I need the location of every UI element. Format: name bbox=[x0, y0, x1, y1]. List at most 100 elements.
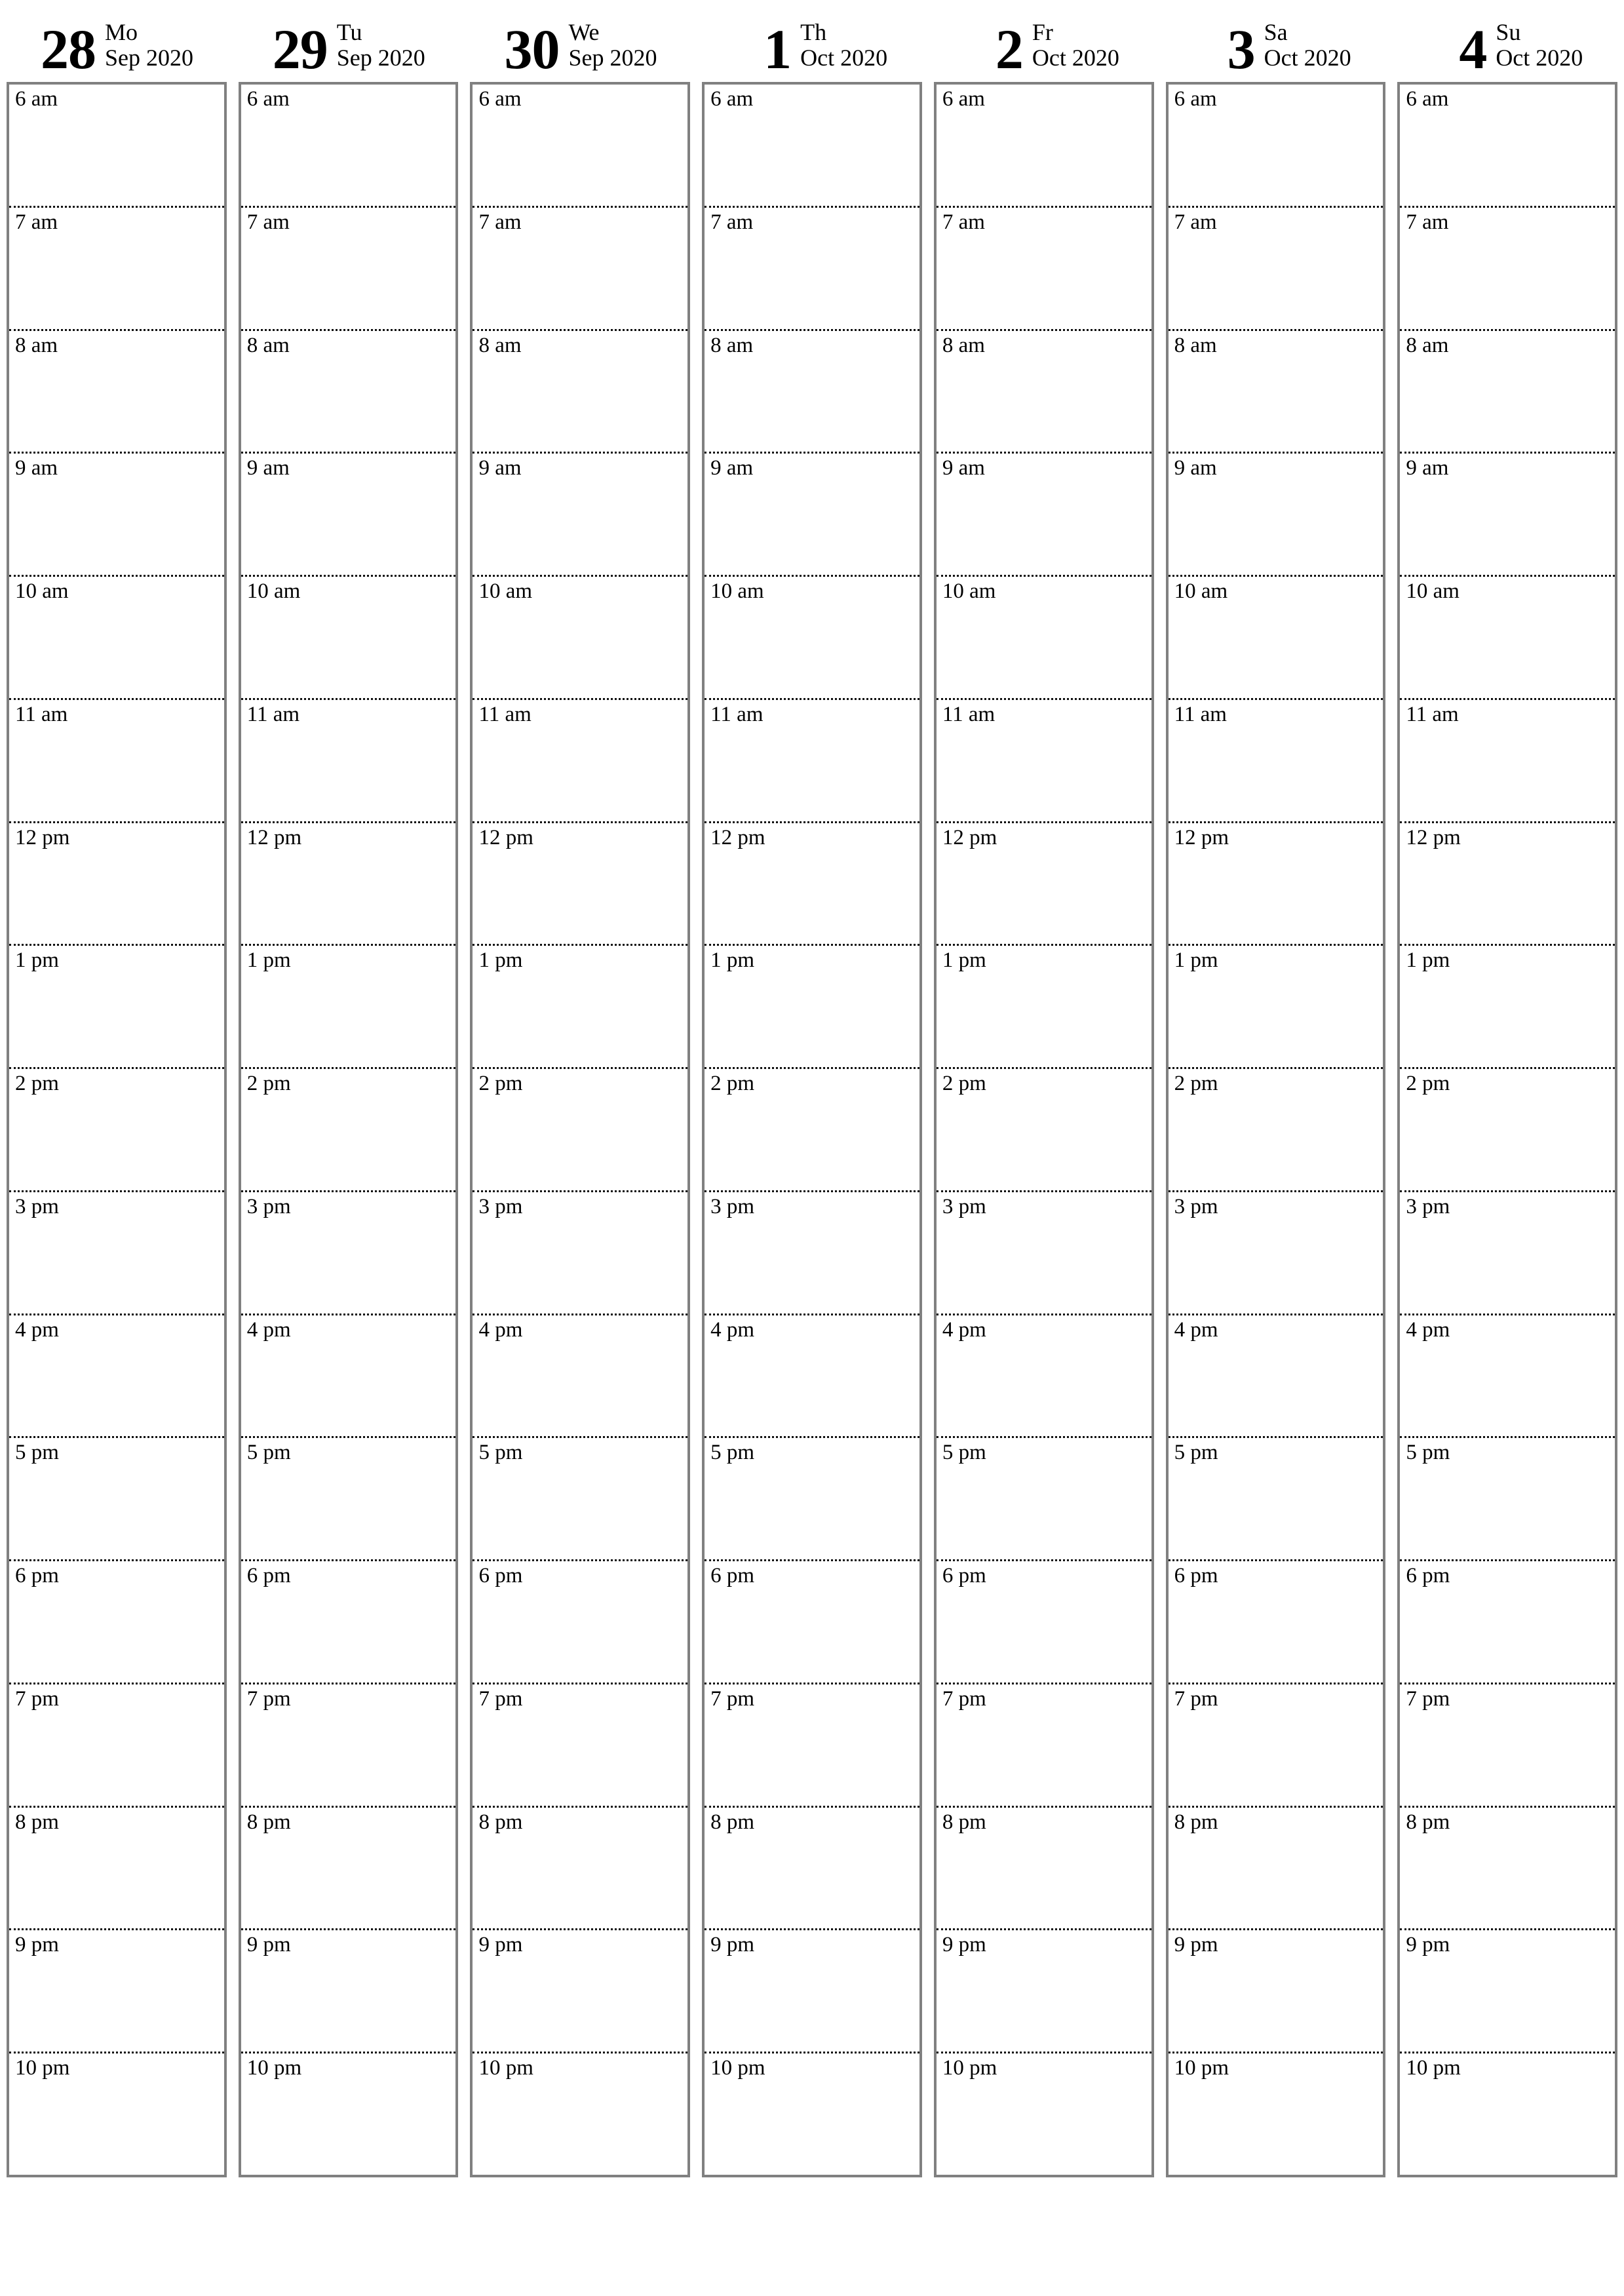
hour-slot[interactable]: 2 pm bbox=[473, 1067, 688, 1190]
hour-slot[interactable]: 9 pm bbox=[1168, 1928, 1383, 2052]
hour-slot[interactable]: 8 am bbox=[705, 328, 919, 452]
hour-slot[interactable]: 11 am bbox=[1400, 697, 1615, 821]
hour-slot[interactable]: 8 am bbox=[1168, 328, 1383, 452]
hour-slot[interactable]: 9 am bbox=[9, 452, 224, 575]
hour-slot[interactable]: 7 pm bbox=[705, 1682, 919, 1806]
hour-slot[interactable]: 8 pm bbox=[9, 1805, 224, 1929]
hour-slot[interactable]: 10 am bbox=[9, 575, 224, 698]
hour-slot[interactable]: 7 am bbox=[1168, 205, 1383, 329]
hour-slot[interactable]: 3 pm bbox=[705, 1190, 919, 1313]
hour-slot[interactable]: 3 pm bbox=[1168, 1190, 1383, 1313]
hour-slot[interactable]: 5 pm bbox=[473, 1436, 688, 1559]
hour-slot[interactable]: 11 am bbox=[9, 697, 224, 821]
hour-slot[interactable]: 7 pm bbox=[936, 1682, 1151, 1806]
hour-slot[interactable]: 1 pm bbox=[9, 944, 224, 1067]
hour-slot[interactable]: 1 pm bbox=[1400, 944, 1615, 1067]
hour-slot[interactable]: 3 pm bbox=[473, 1190, 688, 1313]
hour-slot[interactable]: 5 pm bbox=[9, 1436, 224, 1559]
hour-slot[interactable]: 11 am bbox=[1168, 697, 1383, 821]
hour-slot[interactable]: 6 pm bbox=[473, 1559, 688, 1683]
hour-slot[interactable]: 8 pm bbox=[473, 1805, 688, 1929]
hour-slot[interactable]: 5 pm bbox=[936, 1436, 1151, 1559]
hour-slot[interactable]: 3 pm bbox=[241, 1190, 456, 1313]
hour-slot[interactable]: 6 am bbox=[473, 85, 687, 206]
hour-slot[interactable]: 11 am bbox=[241, 697, 456, 821]
hour-slot[interactable]: 8 pm bbox=[1400, 1805, 1615, 1929]
hour-slot[interactable]: 10 am bbox=[705, 575, 919, 698]
hour-slot[interactable]: 4 pm bbox=[705, 1313, 919, 1437]
hour-slot[interactable]: 4 pm bbox=[936, 1313, 1151, 1437]
hour-slot[interactable]: 6 am bbox=[1169, 85, 1383, 206]
hour-slot[interactable]: 6 pm bbox=[9, 1559, 224, 1683]
hour-slot[interactable]: 4 pm bbox=[1400, 1313, 1615, 1437]
hour-slot[interactable]: 9 am bbox=[936, 452, 1151, 575]
hour-slot[interactable]: 1 pm bbox=[1168, 944, 1383, 1067]
hour-slot[interactable]: 8 pm bbox=[705, 1805, 919, 1929]
hour-slot[interactable]: 10 am bbox=[936, 575, 1151, 698]
hour-slot[interactable]: 10 am bbox=[1168, 575, 1383, 698]
hour-slot[interactable]: 9 pm bbox=[9, 1928, 224, 2052]
hour-slot[interactable]: 9 am bbox=[1400, 452, 1615, 575]
hour-slot[interactable]: 8 am bbox=[936, 328, 1151, 452]
hour-slot[interactable]: 8 am bbox=[241, 328, 456, 452]
hour-slot[interactable]: 12 pm bbox=[9, 821, 224, 944]
hour-slot[interactable]: 12 pm bbox=[473, 821, 688, 944]
hour-slot[interactable]: 12 pm bbox=[936, 821, 1151, 944]
hour-slot[interactable]: 12 pm bbox=[1400, 821, 1615, 944]
hour-slot[interactable]: 1 pm bbox=[241, 944, 456, 1067]
hour-slot[interactable]: 4 pm bbox=[1168, 1313, 1383, 1437]
hour-slot[interactable]: 9 am bbox=[1168, 452, 1383, 575]
hour-slot[interactable]: 12 pm bbox=[241, 821, 456, 944]
hour-slot[interactable]: 7 pm bbox=[1168, 1682, 1383, 1806]
hour-slot[interactable]: 8 am bbox=[473, 328, 688, 452]
hour-slot[interactable]: 10 pm bbox=[9, 2052, 224, 2175]
hour-slot[interactable]: 6 am bbox=[1400, 85, 1615, 206]
hour-slot[interactable]: 7 am bbox=[241, 205, 456, 329]
hour-slot[interactable]: 6 am bbox=[937, 85, 1151, 206]
hour-slot[interactable]: 6 pm bbox=[936, 1559, 1151, 1683]
hour-slot[interactable]: 2 pm bbox=[1168, 1067, 1383, 1190]
hour-slot[interactable]: 6 pm bbox=[241, 1559, 456, 1683]
hour-slot[interactable]: 12 pm bbox=[1168, 821, 1383, 944]
hour-slot[interactable]: 1 pm bbox=[936, 944, 1151, 1067]
hour-slot[interactable]: 10 pm bbox=[473, 2052, 688, 2175]
hour-slot[interactable]: 10 pm bbox=[705, 2052, 919, 2175]
hour-slot[interactable]: 2 pm bbox=[9, 1067, 224, 1190]
hour-slot[interactable]: 10 am bbox=[473, 575, 688, 698]
hour-slot[interactable]: 9 pm bbox=[705, 1928, 919, 2052]
hour-slot[interactable]: 5 pm bbox=[1168, 1436, 1383, 1559]
hour-slot[interactable]: 5 pm bbox=[705, 1436, 919, 1559]
hour-slot[interactable]: 8 pm bbox=[1168, 1805, 1383, 1929]
hour-slot[interactable]: 9 pm bbox=[936, 1928, 1151, 2052]
hour-slot[interactable]: 2 pm bbox=[705, 1067, 919, 1190]
hour-slot[interactable]: 7 pm bbox=[9, 1682, 224, 1806]
hour-slot[interactable]: 10 pm bbox=[241, 2052, 456, 2175]
hour-slot[interactable]: 7 pm bbox=[241, 1682, 456, 1806]
hour-slot[interactable]: 11 am bbox=[936, 697, 1151, 821]
hour-slot[interactable]: 7 pm bbox=[473, 1682, 688, 1806]
hour-slot[interactable]: 9 pm bbox=[473, 1928, 688, 2052]
hour-slot[interactable]: 2 pm bbox=[241, 1067, 456, 1190]
hour-slot[interactable]: 9 am bbox=[473, 452, 688, 575]
hour-slot[interactable]: 3 pm bbox=[9, 1190, 224, 1313]
hour-slot[interactable]: 1 pm bbox=[473, 944, 688, 1067]
hour-slot[interactable]: 7 am bbox=[1400, 205, 1615, 329]
hour-slot[interactable]: 1 pm bbox=[705, 944, 919, 1067]
hour-slot[interactable]: 7 am bbox=[705, 205, 919, 329]
hour-slot[interactable]: 8 am bbox=[9, 328, 224, 452]
hour-slot[interactable]: 5 pm bbox=[241, 1436, 456, 1559]
hour-slot[interactable]: 6 am bbox=[705, 85, 919, 206]
hour-slot[interactable]: 9 am bbox=[241, 452, 456, 575]
hour-slot[interactable]: 11 am bbox=[705, 697, 919, 821]
hour-slot[interactable]: 3 pm bbox=[1400, 1190, 1615, 1313]
hour-slot[interactable]: 4 pm bbox=[241, 1313, 456, 1437]
hour-slot[interactable]: 6 pm bbox=[1400, 1559, 1615, 1683]
hour-slot[interactable]: 10 pm bbox=[936, 2052, 1151, 2175]
hour-slot[interactable]: 4 pm bbox=[473, 1313, 688, 1437]
hour-slot[interactable]: 9 pm bbox=[241, 1928, 456, 2052]
hour-slot[interactable]: 2 pm bbox=[936, 1067, 1151, 1190]
hour-slot[interactable]: 9 pm bbox=[1400, 1928, 1615, 2052]
hour-slot[interactable]: 10 am bbox=[241, 575, 456, 698]
hour-slot[interactable]: 6 am bbox=[9, 85, 224, 206]
hour-slot[interactable]: 2 pm bbox=[1400, 1067, 1615, 1190]
